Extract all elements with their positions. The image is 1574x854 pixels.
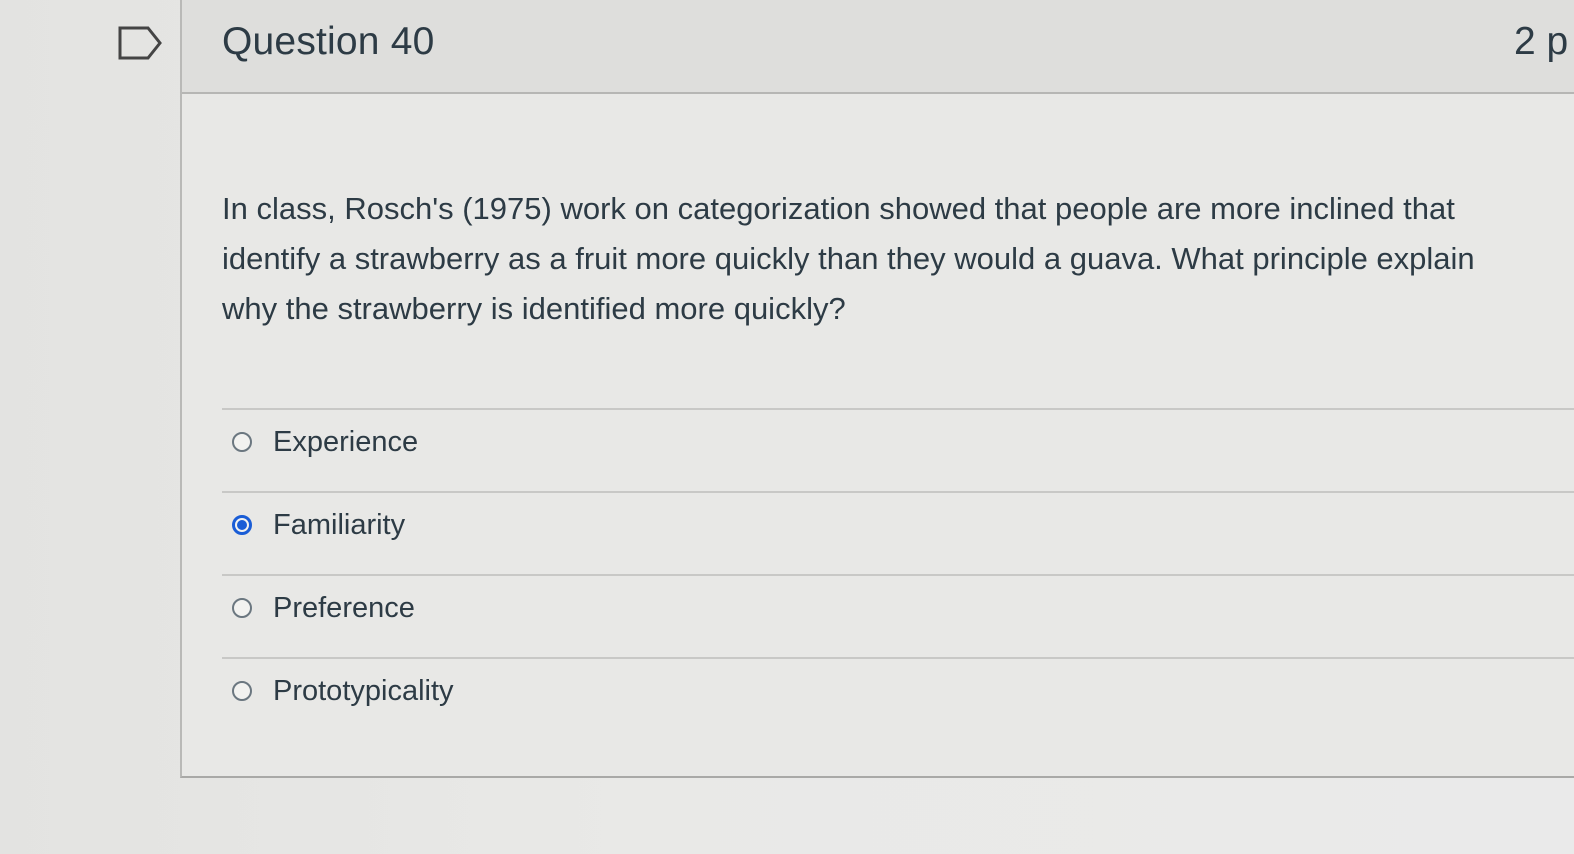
answer-label[interactable]: Experience [273, 426, 418, 459]
radio-button[interactable] [232, 432, 252, 452]
radio-button-selected[interactable] [232, 515, 252, 535]
answer-label[interactable]: Preference [273, 592, 415, 625]
question-text: In class, Rosch's (1975) work on categor… [222, 184, 1574, 334]
question-header: Question 40 2 p [182, 0, 1574, 94]
radio-button[interactable] [232, 598, 252, 618]
question-title: Question 40 [222, 20, 435, 63]
question-text-line: identify a strawberry as a fruit more qu… [222, 241, 1475, 276]
flag-question-icon[interactable] [118, 26, 162, 60]
answer-label[interactable]: Prototypicality [273, 675, 454, 708]
question-text-line: In class, Rosch's (1975) work on categor… [222, 191, 1455, 226]
answer-option-familiarity[interactable]: Familiarity [222, 493, 1574, 574]
answer-option-prototypicality[interactable]: Prototypicality [222, 659, 1574, 740]
answer-label[interactable]: Familiarity [273, 509, 405, 542]
answer-option-experience[interactable]: Experience [222, 410, 1574, 491]
question-text-line: why the strawberry is identified more qu… [222, 291, 846, 326]
question-card: Question 40 2 p In class, Rosch's (1975)… [180, 0, 1574, 778]
answer-option-preference[interactable]: Preference [222, 576, 1574, 657]
question-points: 2 p [1514, 20, 1569, 63]
answer-list: Experience Familiarity Preference Protot… [222, 408, 1574, 740]
radio-button[interactable] [232, 681, 252, 701]
